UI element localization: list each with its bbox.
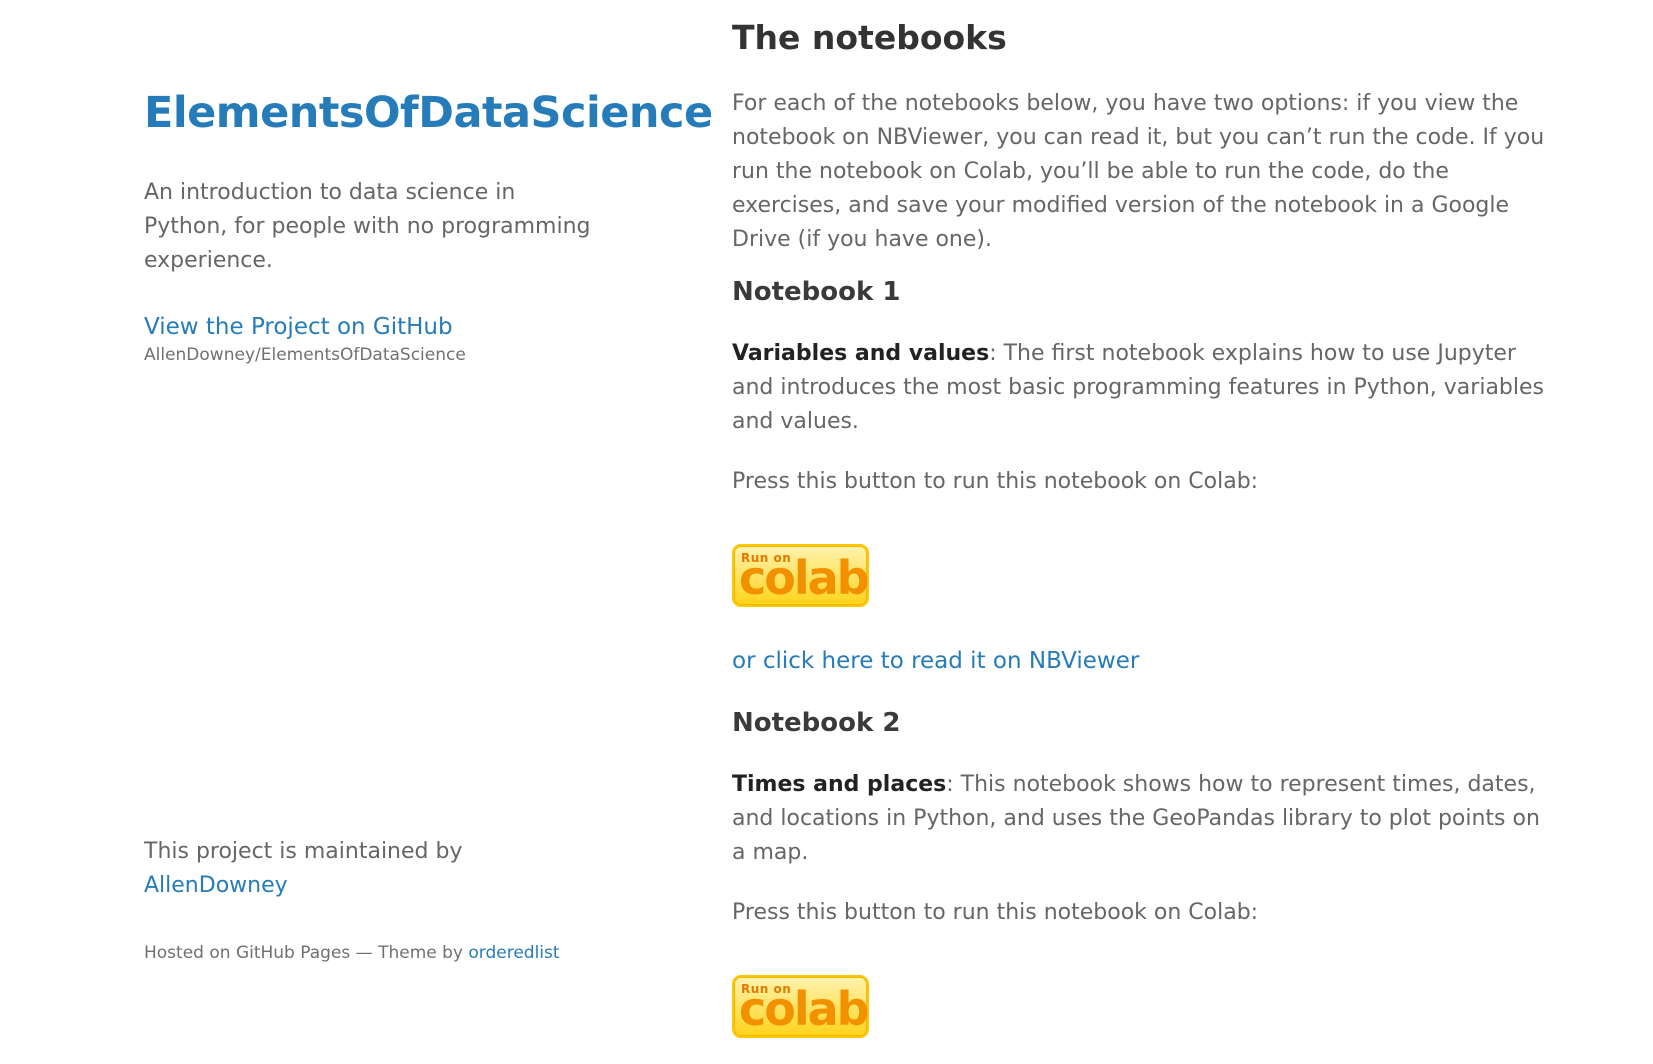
intro-paragraph: For each of the notebooks below, you hav… bbox=[732, 91, 1545, 252]
notebook-2-press-text: Press this button to run this notebook o… bbox=[732, 900, 1259, 925]
sidebar: ElementsOfDataScience An introduction to… bbox=[144, 0, 713, 1064]
hosted-text: Hosted on GitHub Pages — Theme by bbox=[144, 943, 463, 963]
colab-logo-icon: colab bbox=[739, 982, 870, 1036]
colab-logo-icon: colab bbox=[739, 551, 870, 605]
notebook-1-title: Variables and values bbox=[732, 341, 990, 366]
maintainer-link[interactable]: AllenDowney bbox=[144, 873, 288, 898]
theme-author-link[interactable]: orderedlist bbox=[468, 943, 559, 963]
site-title-link[interactable]: ElementsOfDataScience bbox=[144, 88, 713, 138]
notebook-2-run-on-colab-button[interactable]: Run on colab bbox=[732, 975, 870, 1038]
view-on-github-link[interactable]: View the Project on GitHub bbox=[144, 312, 453, 342]
notebook-2-description: Times and places: This notebook shows ho… bbox=[732, 768, 1552, 870]
notebook-1-nbviewer-link[interactable]: or click here to read it on NBViewer bbox=[732, 646, 1139, 676]
notebook-1-run-on-colab-button[interactable]: Run on colab bbox=[732, 544, 870, 607]
maintainer-note: This project is maintained by AllenDowne… bbox=[144, 835, 564, 903]
main-content: The notebooks For each of the notebooks … bbox=[732, 0, 1562, 1064]
notebook-2-heading: Notebook 2 bbox=[732, 708, 901, 738]
notebook-1-press-text: Press this button to run this notebook o… bbox=[732, 469, 1259, 494]
notebook-1-description: Variables and values: The first notebook… bbox=[732, 337, 1552, 439]
notebook-2-title: Times and places bbox=[732, 772, 947, 797]
notebook-1-heading: Notebook 1 bbox=[732, 277, 901, 307]
github-repo-path: AllenDowney/ElementsOfDataScience bbox=[144, 345, 466, 365]
site-tagline: An introduction to data science in Pytho… bbox=[144, 180, 591, 273]
page-heading: The notebooks bbox=[732, 18, 1007, 57]
hosted-footer: Hosted on GitHub Pages — Theme by ordere… bbox=[144, 942, 560, 964]
maintained-by-text: This project is maintained by bbox=[144, 839, 463, 864]
